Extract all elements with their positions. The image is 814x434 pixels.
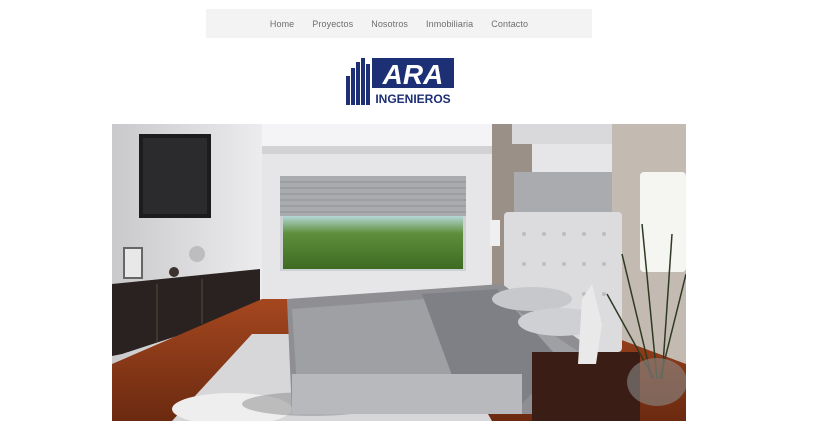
nav-link-inmobiliaria[interactable]: Inmobiliaria <box>426 19 473 29</box>
nav-link-proyectos[interactable]: Proyectos <box>312 19 353 29</box>
logo-subtitle: INGENIEROS <box>375 92 450 106</box>
bedroom-illustration <box>112 124 686 421</box>
company-logo[interactable]: ARA INGENIEROS <box>344 56 456 106</box>
logo-bar-5 <box>366 64 370 105</box>
logo-bar-2 <box>351 68 355 105</box>
logo-bar-1 <box>346 76 350 105</box>
nav-link-home[interactable]: Home <box>270 19 294 29</box>
logo-graphic: ARA INGENIEROS <box>346 58 454 106</box>
top-navigation: Home Proyectos Nosotros Inmobiliaria Con… <box>206 9 592 38</box>
logo-letters: ARA <box>382 59 444 90</box>
nav-link-nosotros[interactable]: Nosotros <box>371 19 408 29</box>
nav-link-contacto[interactable]: Contacto <box>491 19 528 29</box>
logo-bar-3 <box>356 62 360 105</box>
hero-image <box>112 124 686 421</box>
logo-bar-4 <box>361 58 365 105</box>
